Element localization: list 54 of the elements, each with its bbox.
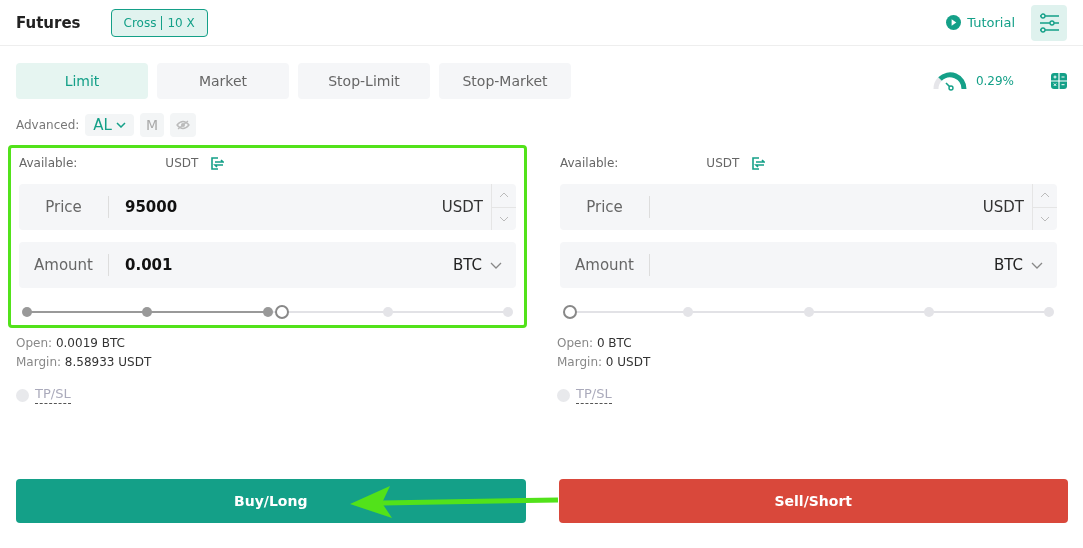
chevron-down-icon <box>115 122 126 128</box>
margin-text: Margin: 8.58933 USDT <box>16 354 153 371</box>
margin-leverage-button[interactable]: Cross 10 X <box>110 8 208 37</box>
slider-step[interactable] <box>262 307 273 317</box>
visibility-button[interactable] <box>170 113 197 137</box>
transfer-icon[interactable] <box>751 156 766 170</box>
slider-step[interactable] <box>503 307 513 317</box>
price-field[interactable]: Price 95000 USDT <box>19 184 516 230</box>
open-text: Open: 0 BTC <box>557 335 633 352</box>
amount-field[interactable]: Amount BTC <box>560 242 1057 288</box>
available-unit: USDT <box>706 156 740 170</box>
available-label: Available: <box>560 156 619 170</box>
chevron-down-icon <box>1031 261 1043 269</box>
slider-step[interactable] <box>923 307 934 317</box>
slider-thumb[interactable] <box>274 305 289 319</box>
order-type-tab[interactable]: Market <box>157 63 289 99</box>
chevron-down-icon <box>1040 215 1050 222</box>
settings-button[interactable] <box>1031 4 1067 41</box>
slider-thumb[interactable] <box>563 305 577 319</box>
chevron-down-icon <box>490 261 502 269</box>
chevron-up-icon <box>499 192 509 199</box>
calculator-icon[interactable] <box>1051 73 1067 89</box>
page-title: Futures <box>16 13 81 32</box>
tpsl-label[interactable]: TP/SL <box>576 386 612 404</box>
margin-text: Margin: 0 USDT <box>557 354 652 371</box>
mode-dropdown[interactable]: AL <box>85 114 134 136</box>
m-button[interactable]: M <box>139 113 165 137</box>
order-type-tab[interactable]: Limit <box>16 63 148 99</box>
gauge-icon <box>931 71 968 91</box>
transfer-icon[interactable] <box>210 156 225 170</box>
fee-rate: 0.29% <box>975 74 1014 88</box>
available-unit: USDT <box>165 156 199 170</box>
order-type-tab[interactable]: Stop-Limit <box>298 63 430 99</box>
chevron-down-icon <box>499 215 509 222</box>
slider-step[interactable] <box>803 307 814 317</box>
sliders-icon <box>1038 12 1060 33</box>
tpsl-label[interactable]: TP/SL <box>35 386 71 404</box>
slider-step[interactable] <box>382 307 393 317</box>
tutorial-link[interactable]: Tutorial <box>967 15 1015 30</box>
buy-button[interactable]: Buy/Long <box>16 479 526 523</box>
slider-step[interactable] <box>142 307 153 317</box>
play-icon[interactable] <box>946 15 962 30</box>
slider-step[interactable] <box>22 307 32 317</box>
eye-slash-icon <box>176 120 191 130</box>
order-type-tab[interactable]: Stop-Market <box>439 63 571 99</box>
amount-field[interactable]: Amount 0.001 BTC <box>19 242 516 288</box>
slider-step[interactable] <box>1044 307 1054 317</box>
price-field[interactable]: Price USDT <box>560 184 1057 230</box>
available-label: Available: <box>19 156 78 170</box>
slider-step[interactable] <box>683 307 694 317</box>
chevron-up-icon <box>1040 192 1050 199</box>
sell-button[interactable]: Sell/Short <box>558 479 1068 523</box>
open-text: Open: 0.0019 BTC <box>16 335 126 352</box>
advanced-label: Advanced: <box>16 118 80 132</box>
